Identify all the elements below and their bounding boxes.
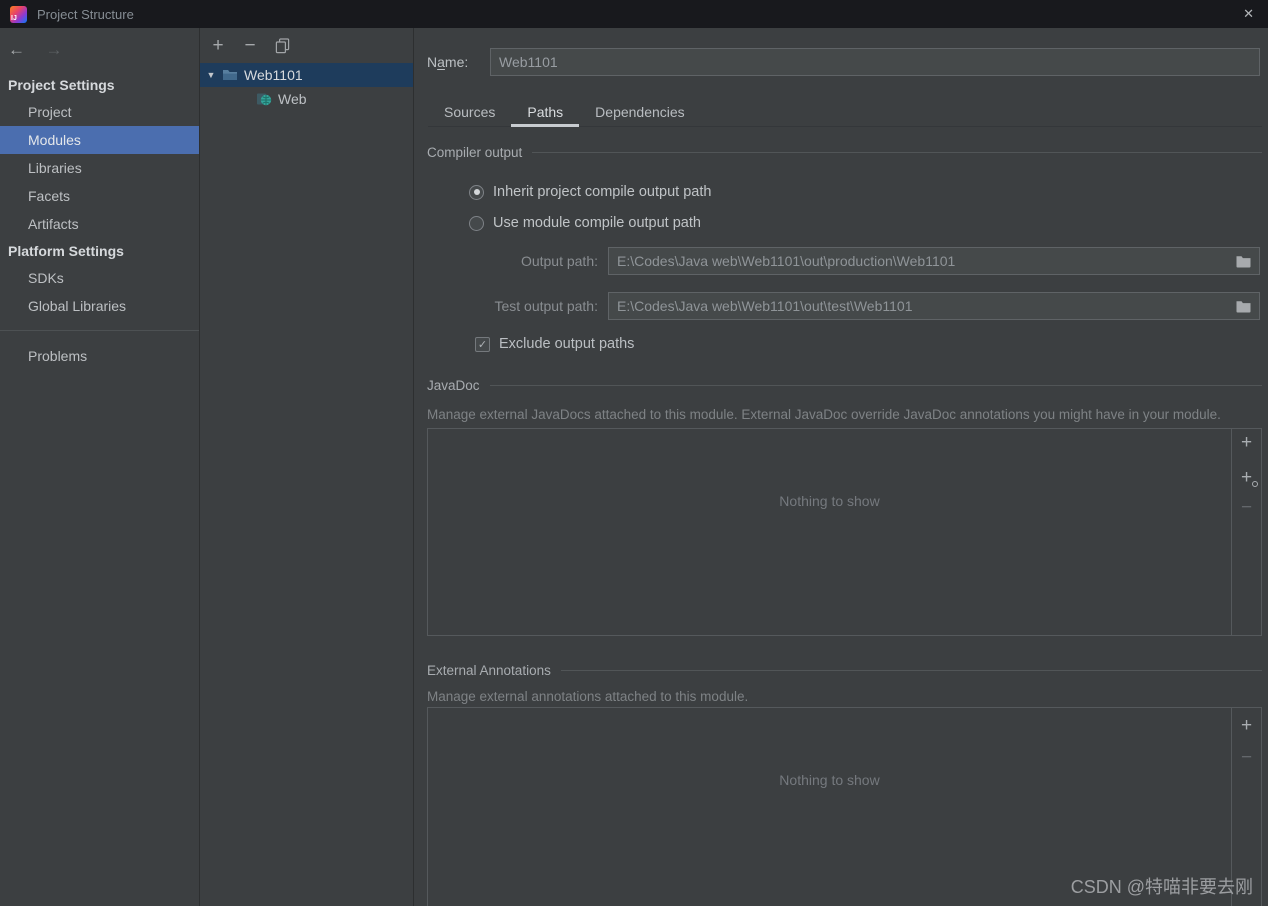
tab-sources[interactable]: Sources: [428, 100, 511, 126]
module-output-label: Use module compile output path: [493, 215, 701, 231]
add-javadoc-url-icon[interactable]: +: [1235, 466, 1259, 490]
remove-annotation-root-icon[interactable]: −: [1235, 746, 1259, 770]
javadoc-section-header: JavaDoc: [427, 376, 1262, 394]
name-label: Name:: [427, 54, 490, 70]
add-annotation-root-icon[interactable]: +: [1235, 714, 1259, 738]
sidebar-item-problems[interactable]: Problems: [0, 342, 199, 370]
compiler-output-title: Compiler output: [427, 144, 523, 160]
tab-sources-label: Sources: [444, 104, 496, 120]
sidebar-item-libraries[interactable]: Libraries: [0, 154, 199, 182]
dialog-title: Project Structure: [37, 6, 134, 22]
browse-folder-icon[interactable]: [1236, 300, 1251, 313]
radio-unselected-icon[interactable]: [469, 215, 484, 231]
module-editor-panel: Name: Sources Paths Dependencies Compile…: [414, 28, 1268, 906]
tab-dependencies[interactable]: Dependencies: [579, 100, 701, 126]
name-label-post: me:: [444, 54, 469, 70]
name-row: Name:: [427, 48, 1262, 76]
settings-sidebar: ← → Project Settings Project Modules Lib…: [0, 28, 200, 906]
inherit-output-radio[interactable]: Inherit project compile output path: [469, 182, 1262, 202]
plus-glyph: +: [1240, 715, 1253, 736]
section-header-project-settings: Project Settings: [8, 77, 115, 93]
section-rule: [489, 384, 1262, 386]
external-annotations-title: External Annotations: [427, 662, 551, 678]
section-header-platform-settings: Platform Settings: [8, 243, 124, 259]
remove-javadoc-icon[interactable]: −: [1235, 496, 1259, 520]
output-path-value: E:\Codes\Java web\Web1101\out\production…: [617, 253, 956, 269]
javadoc-list: Nothing to show + + −: [427, 428, 1262, 636]
javadoc-empty-text: Nothing to show: [779, 493, 880, 509]
copy-icon-glyph: [275, 37, 289, 53]
module-name-input[interactable]: [490, 48, 1260, 76]
sidebar-item-sdks[interactable]: SDKs: [0, 264, 199, 292]
sidebar-item-project[interactable]: Project: [0, 98, 199, 126]
history-nav: ← →: [0, 28, 199, 72]
add-module-icon[interactable]: +: [208, 35, 228, 56]
test-output-path-label: Test output path:: [494, 298, 598, 314]
javadoc-description: Manage external JavaDocs attached to thi…: [427, 407, 1221, 422]
modules-tree-panel: + − ▼ Web1101 Web: [200, 28, 414, 906]
section-rule: [532, 151, 1262, 153]
section-rule: [560, 669, 1262, 671]
sidebar-item-global-libraries[interactable]: Global Libraries: [0, 292, 199, 320]
annotations-empty-text: Nothing to show: [779, 772, 880, 788]
intellij-logo-icon: IJ: [10, 5, 27, 23]
csdn-watermark: CSDN @特喵非要去刚: [1070, 877, 1253, 897]
tree-label-web: Web: [278, 91, 307, 107]
name-label-mnemonic: a: [437, 54, 445, 70]
check-glyph: ✓: [477, 338, 488, 351]
radio-selected-icon[interactable]: [469, 184, 484, 200]
collapse-arrow-icon[interactable]: ▼: [204, 70, 218, 80]
badge-dot: [1251, 481, 1258, 487]
javadoc-empty-area: Nothing to show: [428, 429, 1231, 635]
module-output-radio[interactable]: Use module compile output path: [469, 213, 1262, 233]
title-bar: IJ Project Structure ✕: [0, 0, 1268, 28]
sidebar-item-modules[interactable]: Modules: [0, 126, 199, 154]
output-path-input[interactable]: E:\Codes\Java web\Web1101\out\production…: [608, 247, 1260, 275]
tree-row-web1101[interactable]: ▼ Web1101: [200, 63, 413, 87]
browse-folder-icon[interactable]: [1236, 255, 1251, 268]
project-structure-dialog: IJ Project Structure ✕ ← → Project Setti…: [0, 0, 1268, 906]
tree-label-web1101: Web1101: [244, 67, 303, 83]
tab-paths[interactable]: Paths: [511, 100, 579, 127]
remove-module-icon[interactable]: −: [240, 35, 260, 56]
sidebar-separator: [0, 330, 199, 331]
sidebar-item-facets[interactable]: Facets: [0, 182, 199, 210]
plus-glyph: +: [1240, 467, 1253, 488]
back-icon[interactable]: ←: [8, 40, 25, 59]
javadoc-toolbar: + + −: [1231, 429, 1261, 635]
module-tabs: Sources Paths Dependencies: [428, 100, 1262, 127]
test-output-path-row: Test output path: E:\Codes\Java web\Web1…: [427, 292, 1262, 320]
tab-paths-label: Paths: [527, 104, 564, 120]
module-icon: [222, 67, 238, 83]
checkbox-checked-icon[interactable]: ✓: [475, 336, 490, 352]
output-path-label: Output path:: [520, 253, 598, 269]
web-facet-icon: [256, 91, 272, 107]
external-annotations-description: Manage external annotations attached to …: [427, 689, 749, 704]
dialog-content: ← → Project Settings Project Modules Lib…: [0, 28, 1268, 906]
test-output-path-input[interactable]: E:\Codes\Java web\Web1101\out\test\Web11…: [608, 292, 1260, 320]
exclude-output-paths-checkbox[interactable]: ✓ Exclude output paths: [475, 334, 1262, 354]
modules-toolbar: + −: [200, 28, 413, 63]
javadoc-title: JavaDoc: [427, 377, 480, 393]
exclude-output-paths-label: Exclude output paths: [499, 336, 635, 352]
tree-row-web[interactable]: Web: [200, 87, 413, 111]
test-output-path-value: E:\Codes\Java web\Web1101\out\test\Web11…: [617, 298, 913, 314]
external-annotations-section-header: External Annotations: [427, 661, 1262, 679]
minus-glyph: −: [1240, 747, 1253, 768]
tab-dependencies-label: Dependencies: [595, 104, 685, 120]
add-javadoc-icon[interactable]: +: [1235, 431, 1259, 455]
forward-icon: →: [45, 40, 63, 59]
sidebar-item-artifacts[interactable]: Artifacts: [0, 210, 199, 238]
intellij-monogram: IJ: [11, 14, 17, 22]
copy-module-icon[interactable]: [272, 37, 292, 54]
output-path-row: Output path: E:\Codes\Java web\Web1101\o…: [427, 247, 1262, 275]
inherit-output-label: Inherit project compile output path: [493, 184, 712, 200]
name-label-pre: N: [427, 54, 438, 70]
compiler-output-section-header: Compiler output: [427, 143, 1262, 161]
minus-glyph: −: [1240, 497, 1253, 518]
plus-glyph: +: [1240, 432, 1253, 453]
close-icon[interactable]: ✕: [1243, 6, 1254, 22]
